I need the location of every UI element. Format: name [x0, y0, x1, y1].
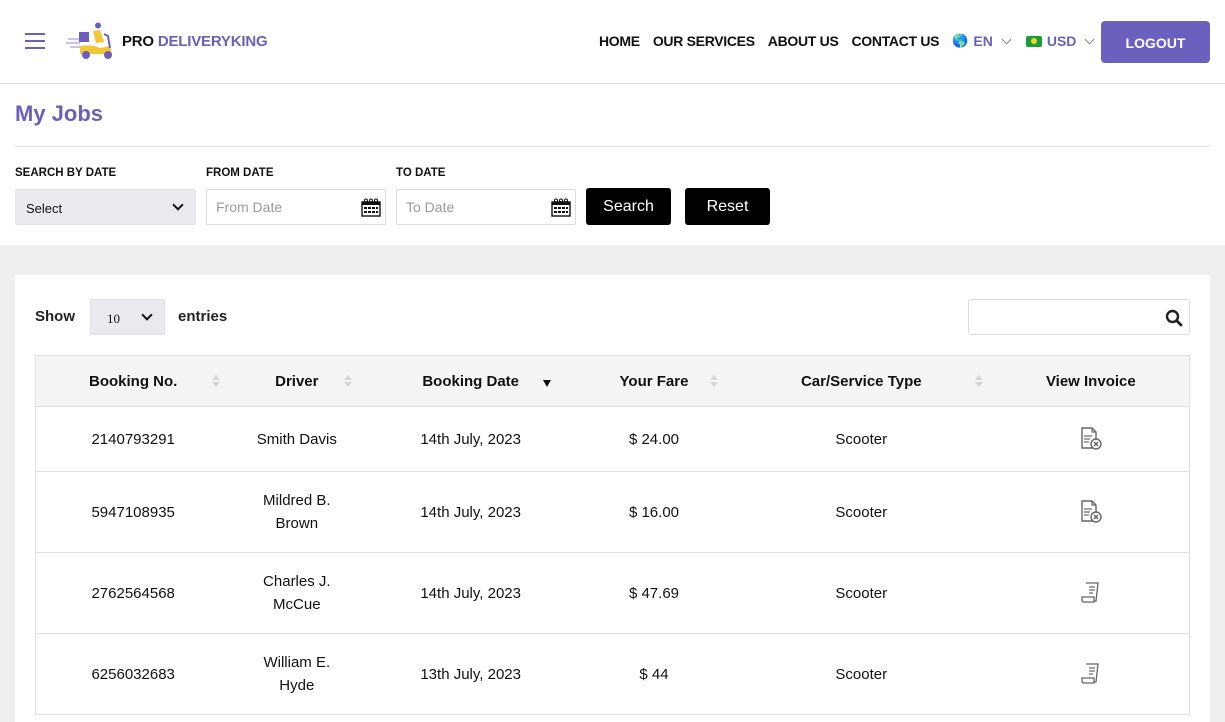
receipt-icon[interactable]	[1078, 580, 1104, 606]
to-date-input[interactable]	[397, 190, 537, 224]
invoice-cell	[992, 633, 1190, 715]
main-nav: HOME OUR SERVICES ABOUT US CONTACT US 🌎 …	[599, 32, 1109, 50]
booking-date-cell: 14th July, 2023	[363, 552, 579, 634]
language-value: EN	[973, 33, 993, 49]
invoice-unavailable-icon[interactable]	[1078, 426, 1104, 452]
chevron-down-icon	[141, 309, 153, 321]
divider	[15, 146, 1210, 147]
fare-cell: $ 44	[578, 633, 730, 715]
receipt-icon[interactable]	[1078, 661, 1104, 687]
from-date-input[interactable]	[207, 190, 347, 224]
show-label: Show	[35, 308, 75, 325]
service-type-cell: Scooter	[729, 633, 993, 715]
chevron-down-icon	[1001, 34, 1012, 44]
money-icon	[1025, 35, 1042, 47]
table-search-input[interactable]	[969, 300, 1159, 334]
nav-home[interactable]: HOME	[599, 33, 640, 49]
column-header-your-fare[interactable]: Your Fare	[578, 355, 730, 407]
sort-desc-icon	[543, 380, 552, 387]
globe-icon: 🌎	[952, 33, 969, 48]
booking-date-cell: 13th July, 2023	[363, 633, 579, 715]
booking-no-cell: 5947108935	[35, 471, 231, 553]
logout-button[interactable]: LOGOUT	[1101, 21, 1210, 63]
nav-contact-us[interactable]: CONTACT US	[851, 33, 939, 49]
currency-dropdown[interactable]: USD	[1025, 33, 1095, 49]
calendar-icon[interactable]	[361, 198, 381, 217]
table-row: 2762564568 Charles J. McCue 14th July, 2…	[35, 552, 1190, 634]
logo-brand: DELIVERYKING	[157, 32, 268, 50]
booking-no-cell: 6256032683	[35, 633, 231, 715]
to-date-field[interactable]	[396, 189, 576, 225]
table-row: 2140793291 Smith Davis 14th July, 2023 $…	[35, 406, 1190, 472]
booking-date-cell: 14th July, 2023	[363, 406, 579, 472]
sort-icon	[974, 375, 983, 388]
column-header-booking-no[interactable]: Booking No.	[35, 355, 231, 407]
invoice-cell	[992, 552, 1190, 634]
site-logo[interactable]: PRO DELIVERYKING	[66, 22, 268, 60]
reset-button[interactable]: Reset	[685, 188, 770, 225]
driver-cell: Mildred B. Brown	[230, 471, 364, 553]
to-date-label: TO DATE	[396, 167, 446, 179]
driver-cell: Smith Davis	[230, 406, 364, 472]
nav-about-us[interactable]: ABOUT US	[768, 33, 839, 49]
driver-cell: Charles J. McCue	[230, 552, 364, 634]
service-type-cell: Scooter	[729, 406, 993, 472]
delivery-scooter-logo-icon	[66, 22, 112, 59]
search-button[interactable]: Search	[586, 188, 671, 225]
page-length-select[interactable]: 10	[90, 299, 165, 335]
top-header: PRO DELIVERYKING HOME OUR SERVICES ABOUT…	[0, 0, 1225, 84]
booking-no-cell: 2762564568	[35, 552, 231, 634]
nav-our-services[interactable]: OUR SERVICES	[653, 33, 755, 49]
search-by-date-value: Select	[26, 201, 63, 216]
service-type-cell: Scooter	[729, 552, 993, 634]
page-length-value: 10	[107, 311, 120, 326]
invoice-cell	[992, 471, 1190, 553]
sort-icon	[709, 375, 718, 388]
chevron-down-icon	[1084, 34, 1095, 44]
table-row: 6256032683 William E. Hyde 13th July, 20…	[35, 633, 1190, 715]
booking-no-cell: 2140793291	[35, 406, 231, 472]
menu-icon[interactable]	[25, 33, 45, 49]
invoice-unavailable-icon[interactable]	[1078, 499, 1104, 525]
fare-cell: $ 24.00	[578, 406, 730, 472]
logo-prefix: PRO	[122, 32, 154, 50]
table-row: 5947108935 Mildred B. Brown 14th July, 2…	[35, 471, 1190, 553]
column-header-service-type[interactable]: Car/Service Type	[729, 355, 993, 407]
column-header-driver[interactable]: Driver	[230, 355, 364, 407]
search-by-date-label: SEARCH BY DATE	[15, 167, 117, 179]
fare-cell: $ 47.69	[578, 552, 730, 634]
sort-icon	[212, 375, 221, 388]
column-header-view-invoice: View Invoice	[992, 355, 1190, 407]
calendar-icon[interactable]	[551, 198, 571, 217]
entries-label: entries	[178, 308, 228, 325]
service-type-cell: Scooter	[729, 471, 993, 553]
chevron-down-icon	[172, 199, 184, 211]
from-date-field[interactable]	[206, 189, 386, 225]
page-title: My Jobs	[15, 101, 104, 126]
invoice-cell	[992, 406, 1190, 472]
search-icon[interactable]	[1165, 309, 1183, 327]
currency-value: USD	[1046, 33, 1077, 49]
fare-cell: $ 16.00	[578, 471, 730, 553]
driver-cell: William E. Hyde	[230, 633, 364, 715]
sort-icon	[344, 375, 353, 388]
table-header-row: Booking No. Driver Booking Date Your Far…	[35, 355, 1190, 407]
table-search[interactable]	[968, 299, 1190, 335]
language-dropdown[interactable]: 🌎 EN	[952, 33, 1012, 49]
column-header-booking-date[interactable]: Booking Date	[363, 355, 579, 407]
from-date-label: FROM DATE	[206, 167, 274, 179]
search-by-date-select[interactable]: Select	[15, 189, 196, 225]
booking-date-cell: 14th July, 2023	[363, 471, 579, 553]
jobs-table: Booking No. Driver Booking Date Your Far…	[35, 355, 1190, 715]
